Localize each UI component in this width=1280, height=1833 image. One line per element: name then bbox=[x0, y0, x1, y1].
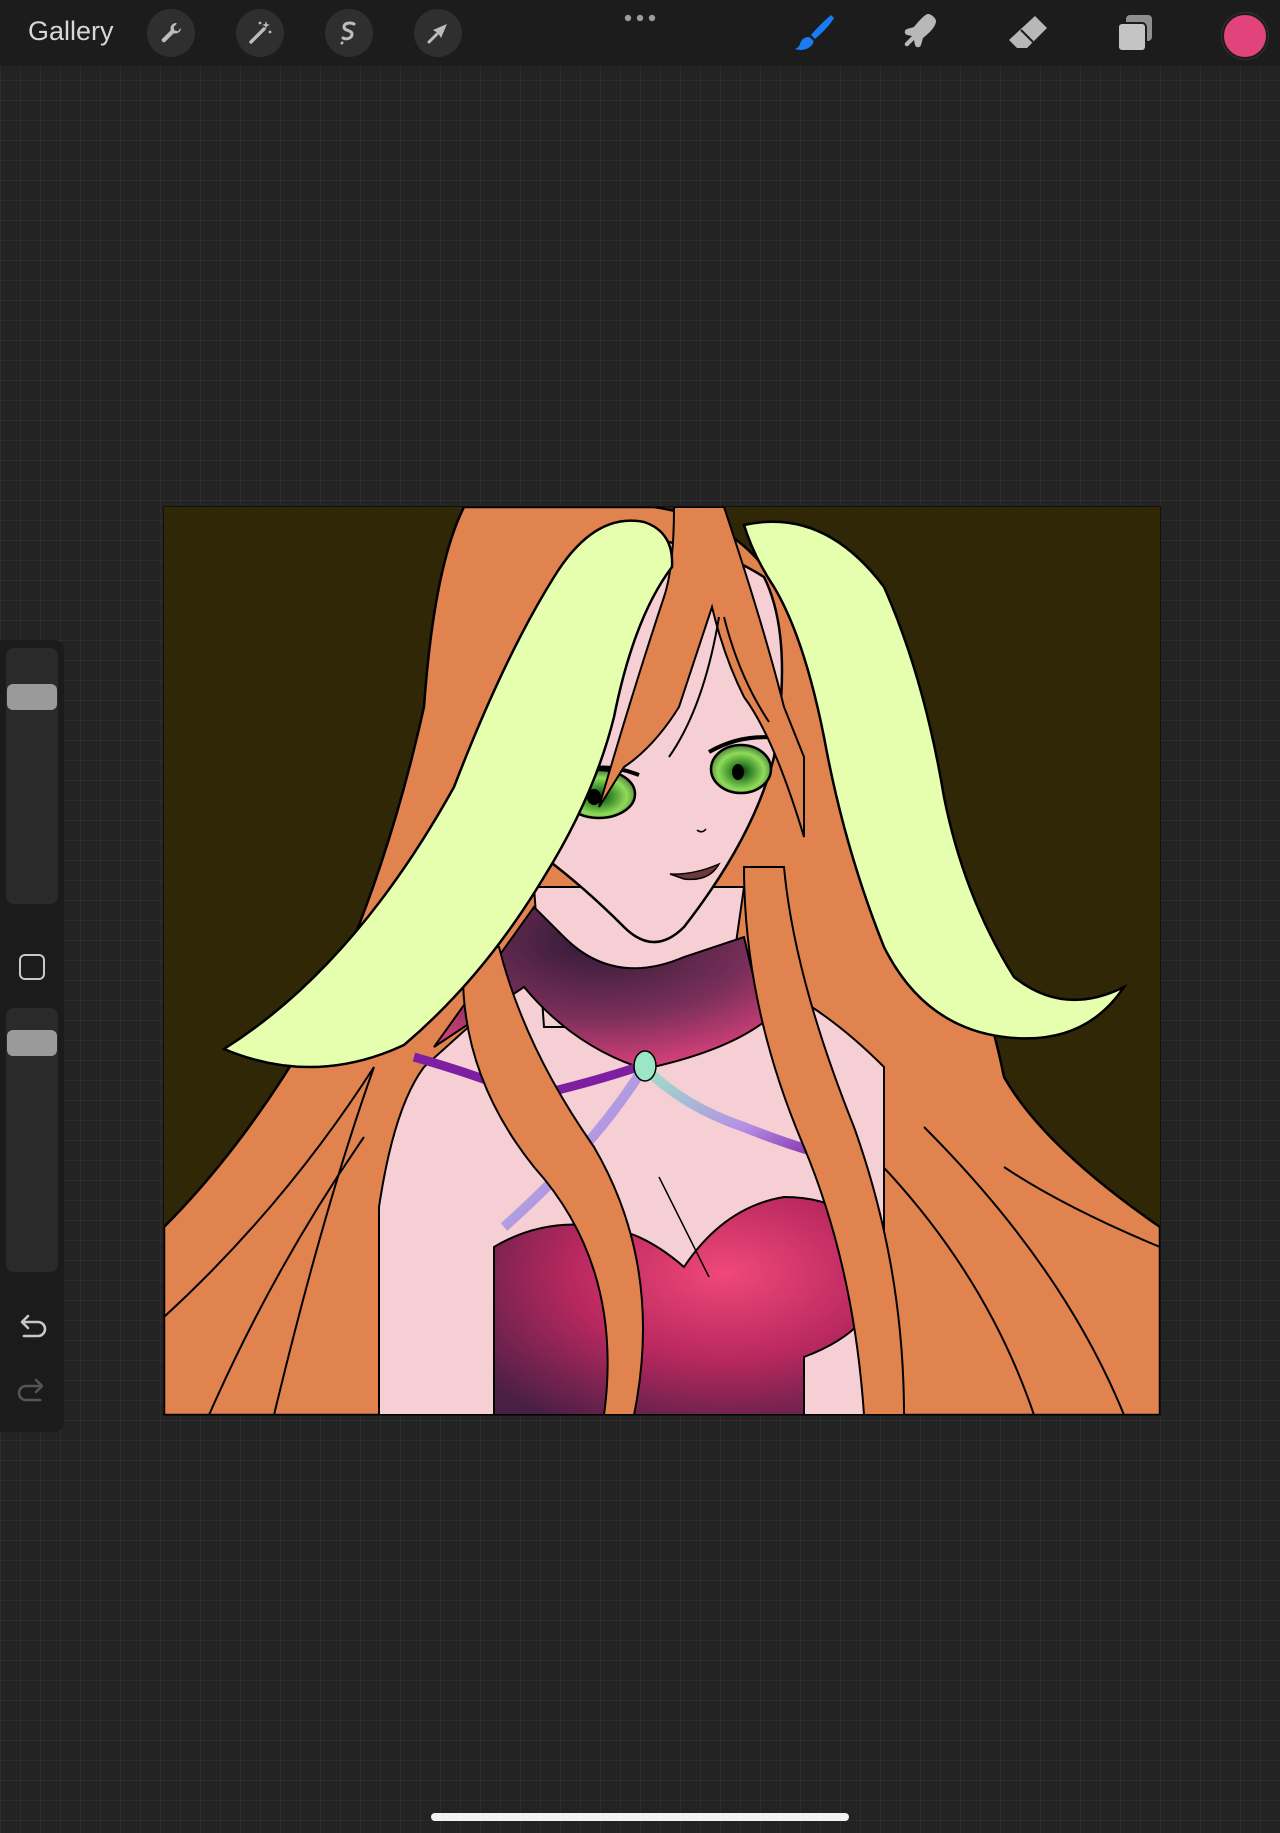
wrench-icon bbox=[161, 23, 181, 43]
opacity-thumb[interactable] bbox=[7, 1030, 57, 1056]
layers-button[interactable] bbox=[1110, 8, 1160, 58]
undo-icon[interactable] bbox=[14, 1312, 50, 1342]
smudge-tool-button[interactable] bbox=[896, 8, 946, 58]
brush-size-thumb[interactable] bbox=[7, 684, 57, 710]
color-picker-button[interactable] bbox=[1222, 13, 1268, 59]
adjustments-button[interactable] bbox=[236, 9, 284, 57]
brush-tool-button[interactable] bbox=[789, 8, 839, 58]
brush-size-slider[interactable] bbox=[6, 648, 58, 904]
sidebar bbox=[0, 640, 64, 1432]
eraser-tool-button[interactable] bbox=[1003, 8, 1053, 58]
smudge-icon bbox=[904, 14, 936, 48]
more-dots-icon[interactable] bbox=[622, 10, 658, 26]
transform-arrow-icon bbox=[427, 24, 447, 44]
layers-icon bbox=[1117, 15, 1152, 52]
gallery-button[interactable]: Gallery bbox=[28, 16, 114, 47]
drawing-canvas[interactable] bbox=[163, 506, 1161, 1416]
opacity-slider[interactable] bbox=[6, 1008, 58, 1272]
eraser-icon bbox=[1009, 16, 1047, 48]
top-toolbar: Gallery bbox=[0, 0, 1280, 66]
modify-button[interactable] bbox=[19, 954, 45, 980]
magic-wand-icon bbox=[249, 21, 272, 44]
artwork bbox=[164, 507, 1160, 1415]
selection-button[interactable] bbox=[325, 9, 373, 57]
actions-button[interactable] bbox=[147, 9, 195, 57]
home-indicator[interactable] bbox=[431, 1813, 849, 1821]
brush-icon bbox=[795, 15, 834, 50]
redo-icon[interactable] bbox=[14, 1376, 50, 1406]
selection-icon bbox=[340, 21, 356, 45]
transform-button[interactable] bbox=[414, 9, 462, 57]
